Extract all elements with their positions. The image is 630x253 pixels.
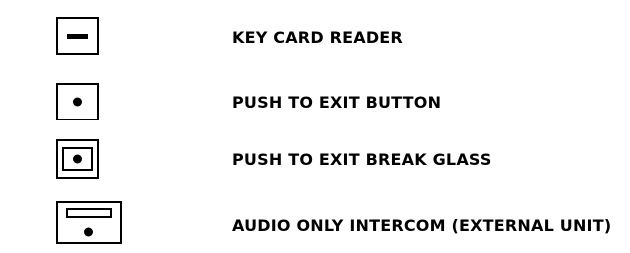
legend-label-audio-only-intercom: AUDIO ONLY INTERCOM (EXTERNAL UNIT) [232,216,612,235]
legend-label-push-to-exit-break-glass: PUSH TO EXIT BREAK GLASS [232,150,492,169]
legend-row-key-card-reader: KEY CARD READER [0,0,630,60]
legend-row-audio-only-intercom: AUDIO ONLY INTERCOM (EXTERNAL UNIT) [0,185,630,253]
legend-row-push-to-exit-break-glass: PUSH TO EXIT BREAK GLASS [0,125,630,185]
legend-label-push-to-exit-button: PUSH TO EXIT BUTTON [232,93,442,112]
legend-row-push-to-exit-button: PUSH TO EXIT BUTTON [0,60,630,120]
legend-label-key-card-reader: KEY CARD READER [232,28,403,47]
symbol-legend: KEY CARD READER PUSH TO EXIT BUTTON PUSH… [0,0,630,253]
